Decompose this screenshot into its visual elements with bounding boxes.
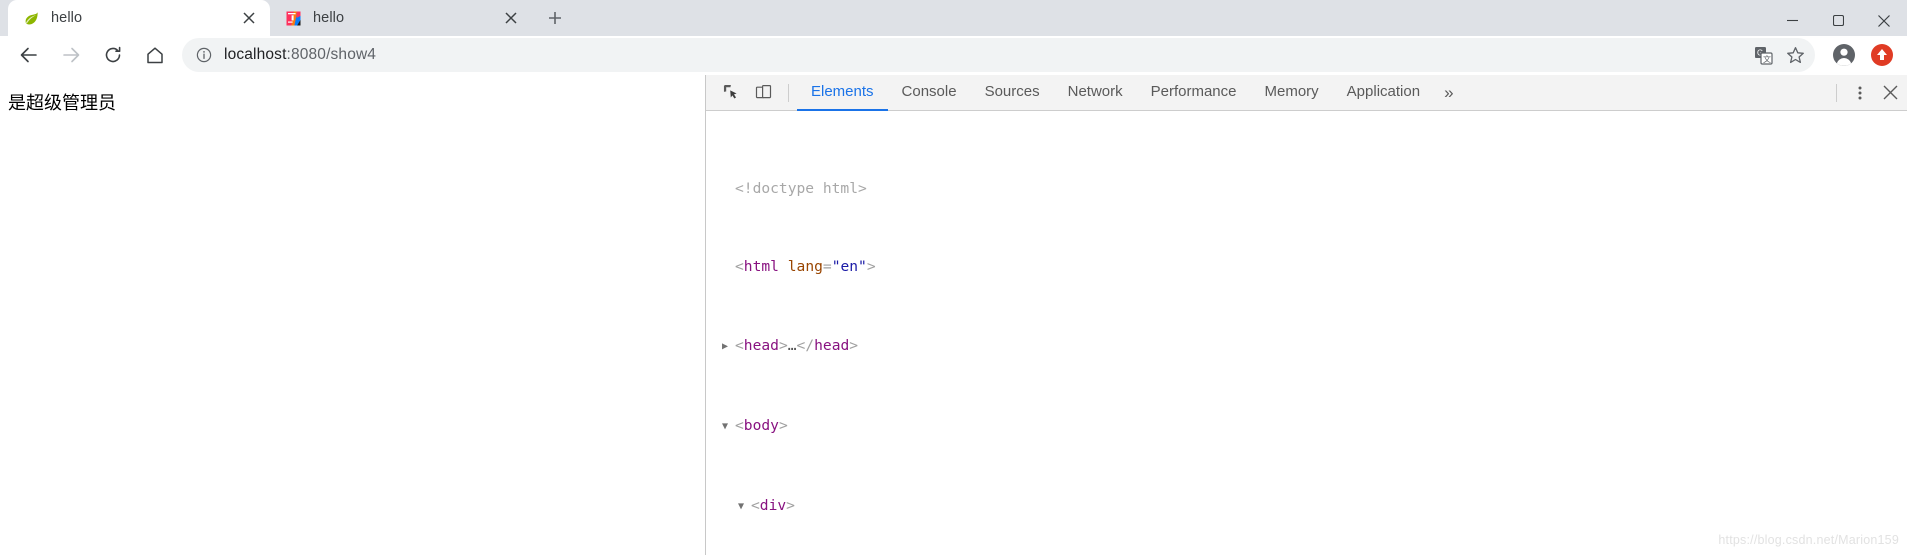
- devtools-right-icons: [1845, 78, 1905, 108]
- browser-window: hello hello localhost:8080/show4 G 文 是超级…: [0, 0, 1907, 555]
- forward-icon[interactable]: [52, 36, 90, 74]
- div-collapse-triangle-icon[interactable]: [738, 497, 751, 517]
- browser-tab-1[interactable]: hello: [8, 0, 270, 36]
- dom-node-head[interactable]: <head>…</head>: [706, 336, 1907, 358]
- device-toolbar-toggle-icon[interactable]: [748, 79, 778, 107]
- window-minimize-icon[interactable]: [1769, 0, 1815, 41]
- devtools-more-tabs-label: »: [1444, 82, 1454, 102]
- devtools-tab-network[interactable]: Network: [1054, 75, 1137, 111]
- dom-node-body-open[interactable]: <body>: [706, 416, 1907, 438]
- html-tag-name: html: [743, 258, 779, 276]
- svg-text:文: 文: [1763, 54, 1771, 64]
- extension-icon[interactable]: [1865, 38, 1899, 72]
- dom-tree[interactable]: <!doctype html> <html lang="en"> <head>……: [706, 111, 1907, 555]
- head-expand-triangle-icon[interactable]: [722, 337, 735, 357]
- devtools-tab-sources-label: Sources: [984, 83, 1040, 100]
- window-controls: [1769, 0, 1907, 41]
- web-page-viewport: 是超级管理员: [0, 75, 706, 555]
- devtools-tab-sources[interactable]: Sources: [971, 75, 1054, 111]
- dom-node-doctype: <!doctype html>: [706, 179, 1907, 199]
- html-lang-attr: lang: [787, 258, 823, 276]
- address-bar[interactable]: localhost:8080/show4 G 文: [182, 38, 1815, 72]
- devtools-panel: Elements Console Sources Network Perform…: [706, 75, 1907, 555]
- devtools-tab-list: Elements Console Sources Network Perform…: [797, 75, 1828, 111]
- devtools-tab-elements[interactable]: Elements: [797, 75, 888, 111]
- html-open-gt: >: [866, 258, 876, 276]
- window-maximize-icon[interactable]: [1815, 0, 1861, 41]
- devtools-kebab-menu-icon[interactable]: [1845, 78, 1875, 108]
- devtools-tab-application[interactable]: Application: [1333, 75, 1434, 111]
- url-host: localhost: [224, 46, 287, 63]
- home-icon[interactable]: [136, 36, 174, 74]
- browser-tab-1-close-icon[interactable]: [238, 7, 260, 29]
- new-tab-button[interactable]: [540, 3, 570, 33]
- head-tag-name: head: [743, 336, 779, 354]
- div-tag-name: div: [759, 497, 787, 515]
- content-split: 是超级管理员 Elements Console Sources Network …: [0, 75, 1907, 555]
- browser-toolbar: localhost:8080/show4 G 文: [0, 36, 1907, 75]
- browser-tab-2-title: hello: [313, 10, 345, 26]
- html-attr-eq: =: [822, 258, 832, 276]
- browser-tab-1-title: hello: [51, 10, 83, 26]
- inspect-element-icon[interactable]: [716, 79, 746, 107]
- toolbar-right-icons: [1823, 38, 1899, 72]
- translate-icon[interactable]: G 文: [1749, 41, 1777, 69]
- devtools-tab-console-label: Console: [901, 83, 957, 100]
- devtools-tab-performance-label: Performance: [1150, 83, 1237, 100]
- reload-icon[interactable]: [94, 36, 132, 74]
- browser-tab-2[interactable]: hello: [270, 0, 532, 36]
- toolbar-divider: [788, 83, 789, 102]
- intellij-idea-icon: [284, 9, 302, 27]
- devtools-more-tabs-icon[interactable]: »: [1434, 75, 1463, 111]
- head-tag-close: head: [814, 336, 850, 354]
- html-open-lt: <: [735, 258, 744, 276]
- address-bar-url: localhost:8080/show4: [224, 46, 1745, 64]
- bookmark-star-icon[interactable]: [1781, 41, 1809, 69]
- spring-leaf-icon: [22, 9, 40, 27]
- dom-node-html[interactable]: <html lang="en">: [706, 257, 1907, 277]
- html-lang-value: "en": [831, 258, 867, 276]
- browser-tab-2-close-icon[interactable]: [500, 7, 522, 29]
- url-path: :8080/show4: [286, 46, 377, 63]
- devtools-close-icon[interactable]: [1875, 78, 1905, 108]
- tab-strip: hello hello: [0, 0, 1907, 36]
- profile-avatar-icon[interactable]: [1827, 38, 1861, 72]
- devtools-tab-console[interactable]: Console: [888, 75, 971, 111]
- toolbar-divider-right: [1836, 83, 1837, 102]
- watermark-text: https://blog.csdn.net/Marion159: [1718, 533, 1899, 548]
- window-close-icon[interactable]: [1861, 0, 1907, 41]
- devtools-toolbar: Elements Console Sources Network Perform…: [706, 75, 1907, 111]
- devtools-tab-memory[interactable]: Memory: [1251, 75, 1333, 111]
- back-icon[interactable]: [10, 36, 48, 74]
- doctype-text: <!doctype html>: [735, 179, 867, 197]
- devtools-tab-network-label: Network: [1067, 83, 1123, 100]
- devtools-tab-memory-label: Memory: [1264, 83, 1319, 100]
- devtools-tab-application-label: Application: [1346, 83, 1421, 100]
- body-tag-name: body: [743, 416, 779, 434]
- site-info-icon[interactable]: [194, 45, 214, 65]
- page-paragraph: 是超级管理员: [8, 93, 116, 114]
- dom-node-div-open[interactable]: <div>: [706, 496, 1907, 518]
- body-collapse-triangle-icon[interactable]: [722, 417, 735, 437]
- devtools-tab-performance[interactable]: Performance: [1137, 75, 1251, 111]
- devtools-tab-elements-label: Elements: [811, 83, 874, 100]
